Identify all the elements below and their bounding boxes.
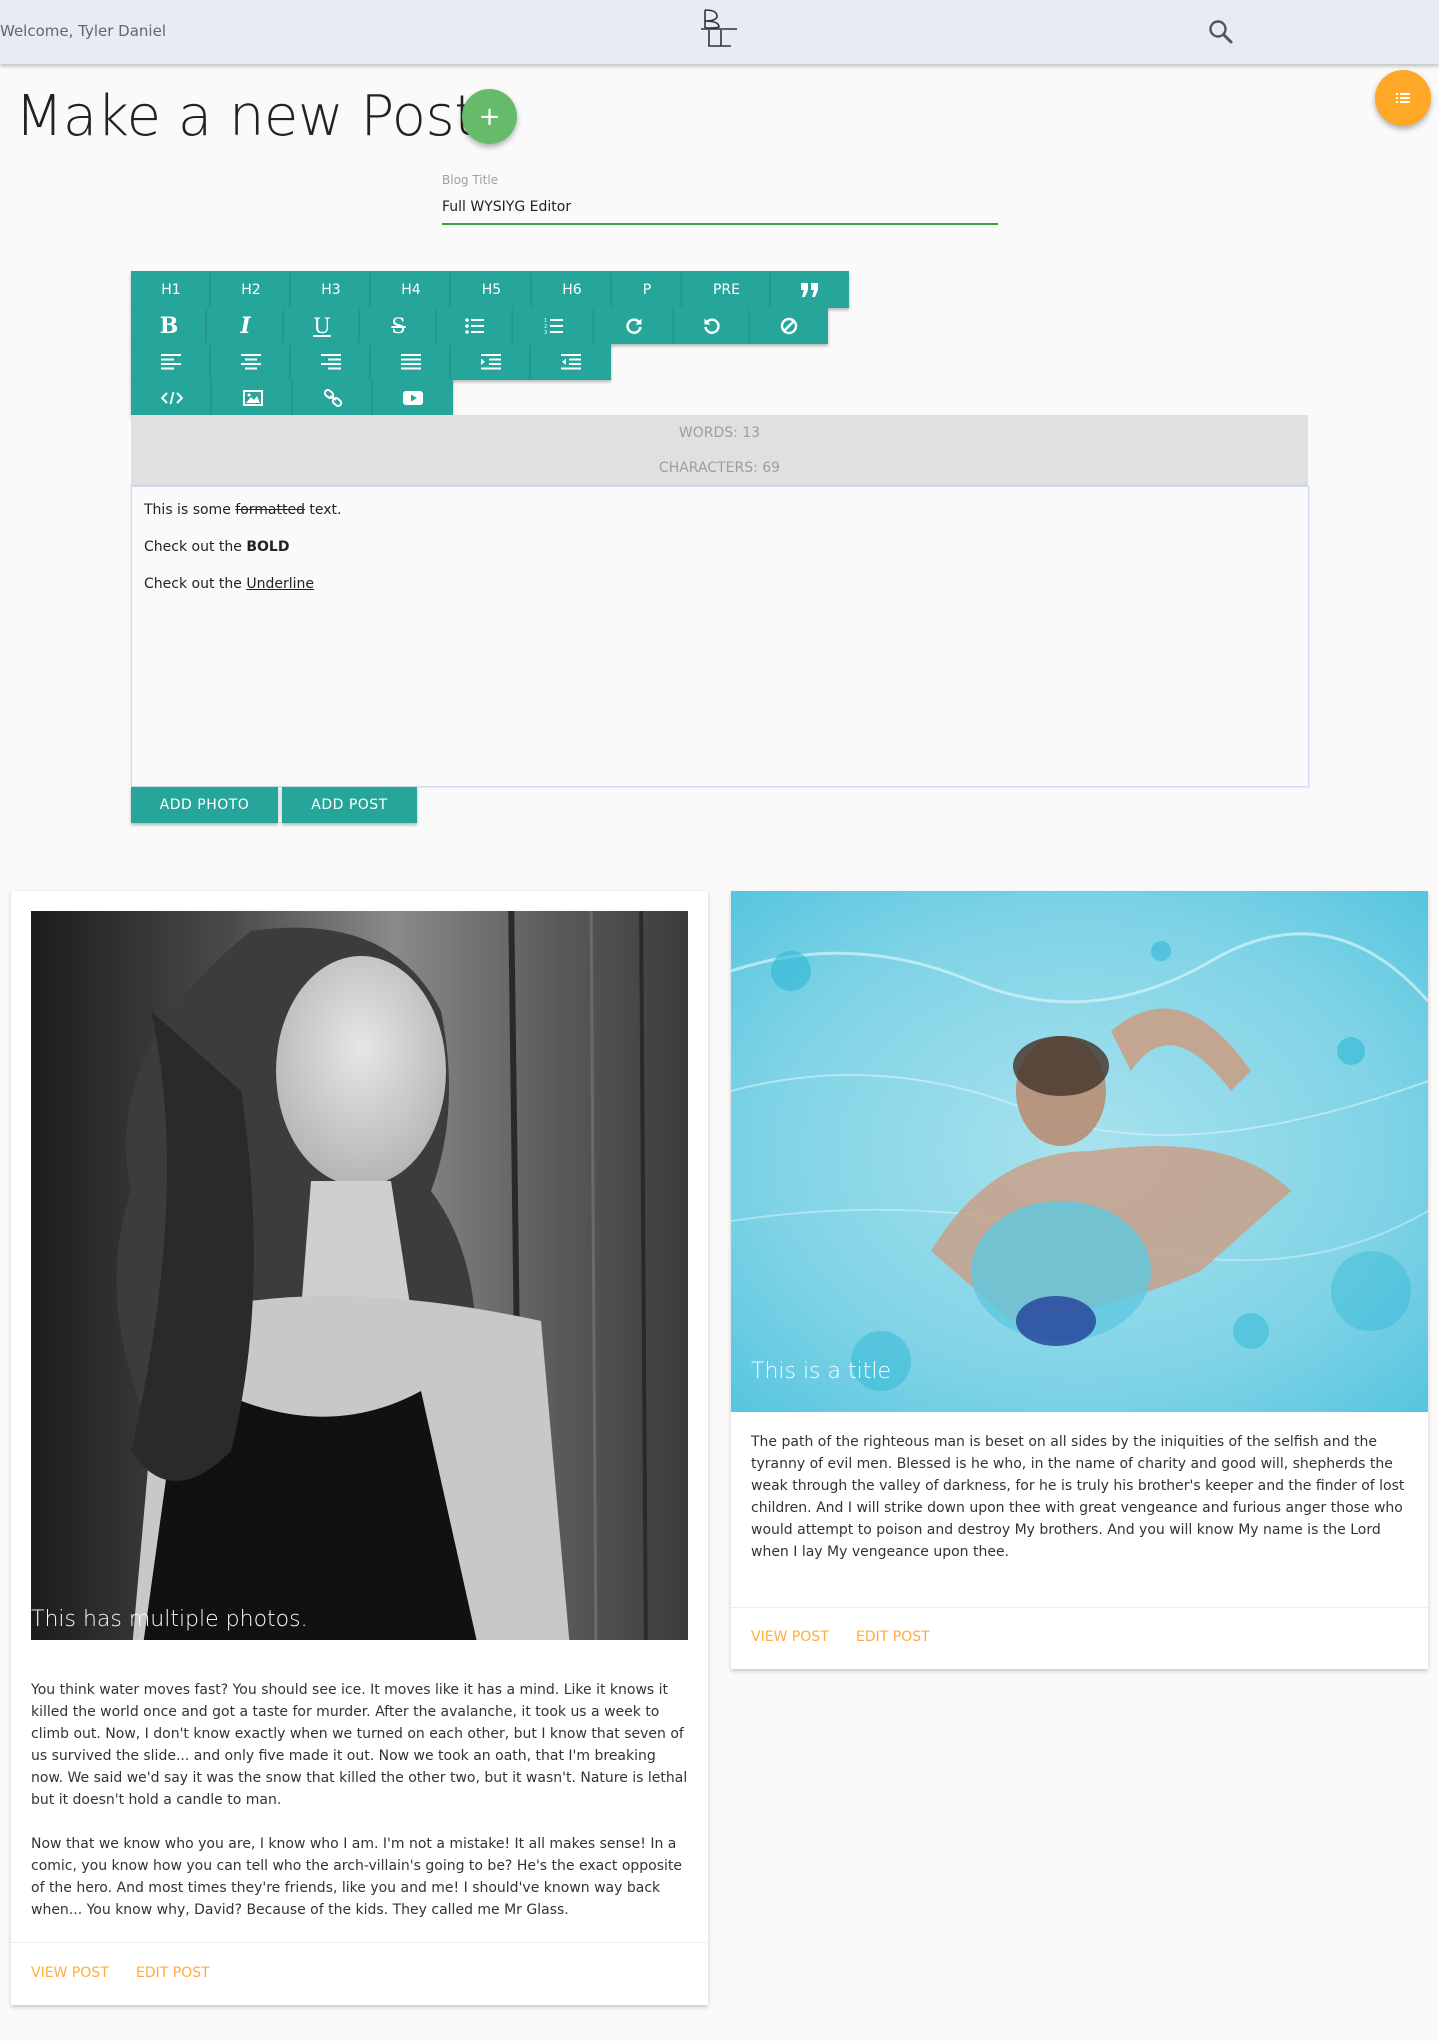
strikethrough-icon: S [391,313,406,338]
outdent-button[interactable] [531,343,611,380]
bold-button[interactable]: B [131,307,207,344]
code-icon [160,391,183,404]
h6-button[interactable]: H6 [532,271,612,308]
undo-button[interactable] [674,307,750,344]
blog-title-field: Blog Title [442,173,998,225]
h4-button[interactable]: H4 [371,271,451,308]
post-body: The path of the righteous man is beset o… [751,1434,1405,1560]
svg-text:3: 3 [544,330,547,335]
edit-post-link[interactable]: EDIT POST [856,1629,930,1645]
edit-post-link[interactable]: EDIT POST [136,1965,210,1981]
editor-line: Check out the Underline [144,576,314,592]
align-right-button[interactable] [291,343,371,380]
add-photo-button[interactable]: ADD PHOTO [131,787,278,823]
editor-line: Check out the BOLD [144,539,290,555]
underline-button[interactable]: U [284,307,360,344]
add-fab-button[interactable]: + [462,89,517,144]
pre-button[interactable]: PRE [682,271,771,308]
insert-image-button[interactable] [212,379,293,416]
italic-icon: I [240,312,251,339]
blog-logo-icon[interactable] [701,6,737,50]
outdent-icon [561,353,581,369]
word-count: WORDS: 13 [678,425,761,441]
h3-button[interactable]: H3 [291,271,371,308]
blog-title-input[interactable] [442,191,998,225]
search-icon[interactable] [1205,16,1237,48]
character-count: CHARACTERS: 69 [658,460,781,476]
indent-icon [481,353,501,369]
post-title: This has multiple photos. [31,1607,308,1632]
image-icon [242,389,263,406]
quote-icon [801,282,818,297]
view-post-link[interactable]: VIEW POST [751,1629,829,1645]
numbered-list-button[interactable]: 1 2 3 [513,307,594,344]
strikethrough-button[interactable]: S [360,307,437,344]
blog-title-label: Blog Title [442,173,499,187]
list-icon [1396,93,1410,103]
clear-format-button[interactable] [750,307,828,344]
card-divider [11,1942,708,1943]
underline-icon: U [313,313,331,338]
insert-video-button[interactable] [373,379,453,416]
menu-fab-button[interactable] [1375,70,1431,126]
justify-button[interactable] [371,343,451,380]
welcome-text: Welcome, Tyler Daniel [0,22,166,40]
post-photo [731,891,1428,1412]
redo-button[interactable] [594,307,674,344]
align-left-icon [161,353,181,369]
link-icon [323,388,343,407]
rich-text-editor[interactable]: This is some formatted text. Check out t… [131,486,1309,787]
paragraph-button[interactable]: P [612,271,682,308]
italic-button[interactable]: I [207,307,284,344]
h5-button[interactable]: H5 [451,271,532,308]
page-title: Make a new Post! [15,84,498,149]
post-card: This is a title The path of the righteou… [731,891,1428,1669]
align-center-button[interactable] [211,343,291,380]
post-photo [11,891,708,1660]
post-card: This has multiple photos. You think wate… [11,891,708,2005]
card-divider [731,1607,1428,1608]
indent-button[interactable] [451,343,531,380]
quote-button[interactable] [771,271,849,308]
align-center-icon [241,353,261,369]
navbar: Welcome, Tyler Daniel [0,0,1439,64]
align-left-button[interactable] [131,343,211,380]
bold-icon: B [159,312,179,339]
numbered-list-icon: 1 2 3 [544,318,563,335]
align-right-icon [321,353,341,369]
h2-button[interactable]: H2 [211,271,291,308]
add-post-button[interactable]: ADD POST [282,787,417,823]
clear-format-icon [780,317,798,334]
h1-button[interactable]: H1 [131,271,211,308]
editor-line: This is some formatted text. [144,502,342,518]
code-button[interactable] [131,379,212,416]
video-icon [403,390,423,405]
justify-icon [401,353,421,369]
undo-icon [704,318,720,334]
redo-icon [626,318,642,334]
view-post-link[interactable]: VIEW POST [31,1965,109,1981]
bullet-list-icon [465,317,484,334]
plus-icon: + [478,101,501,132]
post-body: You think water moves fast? You should s… [31,1682,688,1918]
insert-link-button[interactable] [293,379,373,416]
post-title: This is a title [751,1359,892,1384]
word-counter-panel: WORDS: 13 CHARACTERS: 69 [131,415,1308,486]
bullet-list-button[interactable] [437,307,513,344]
